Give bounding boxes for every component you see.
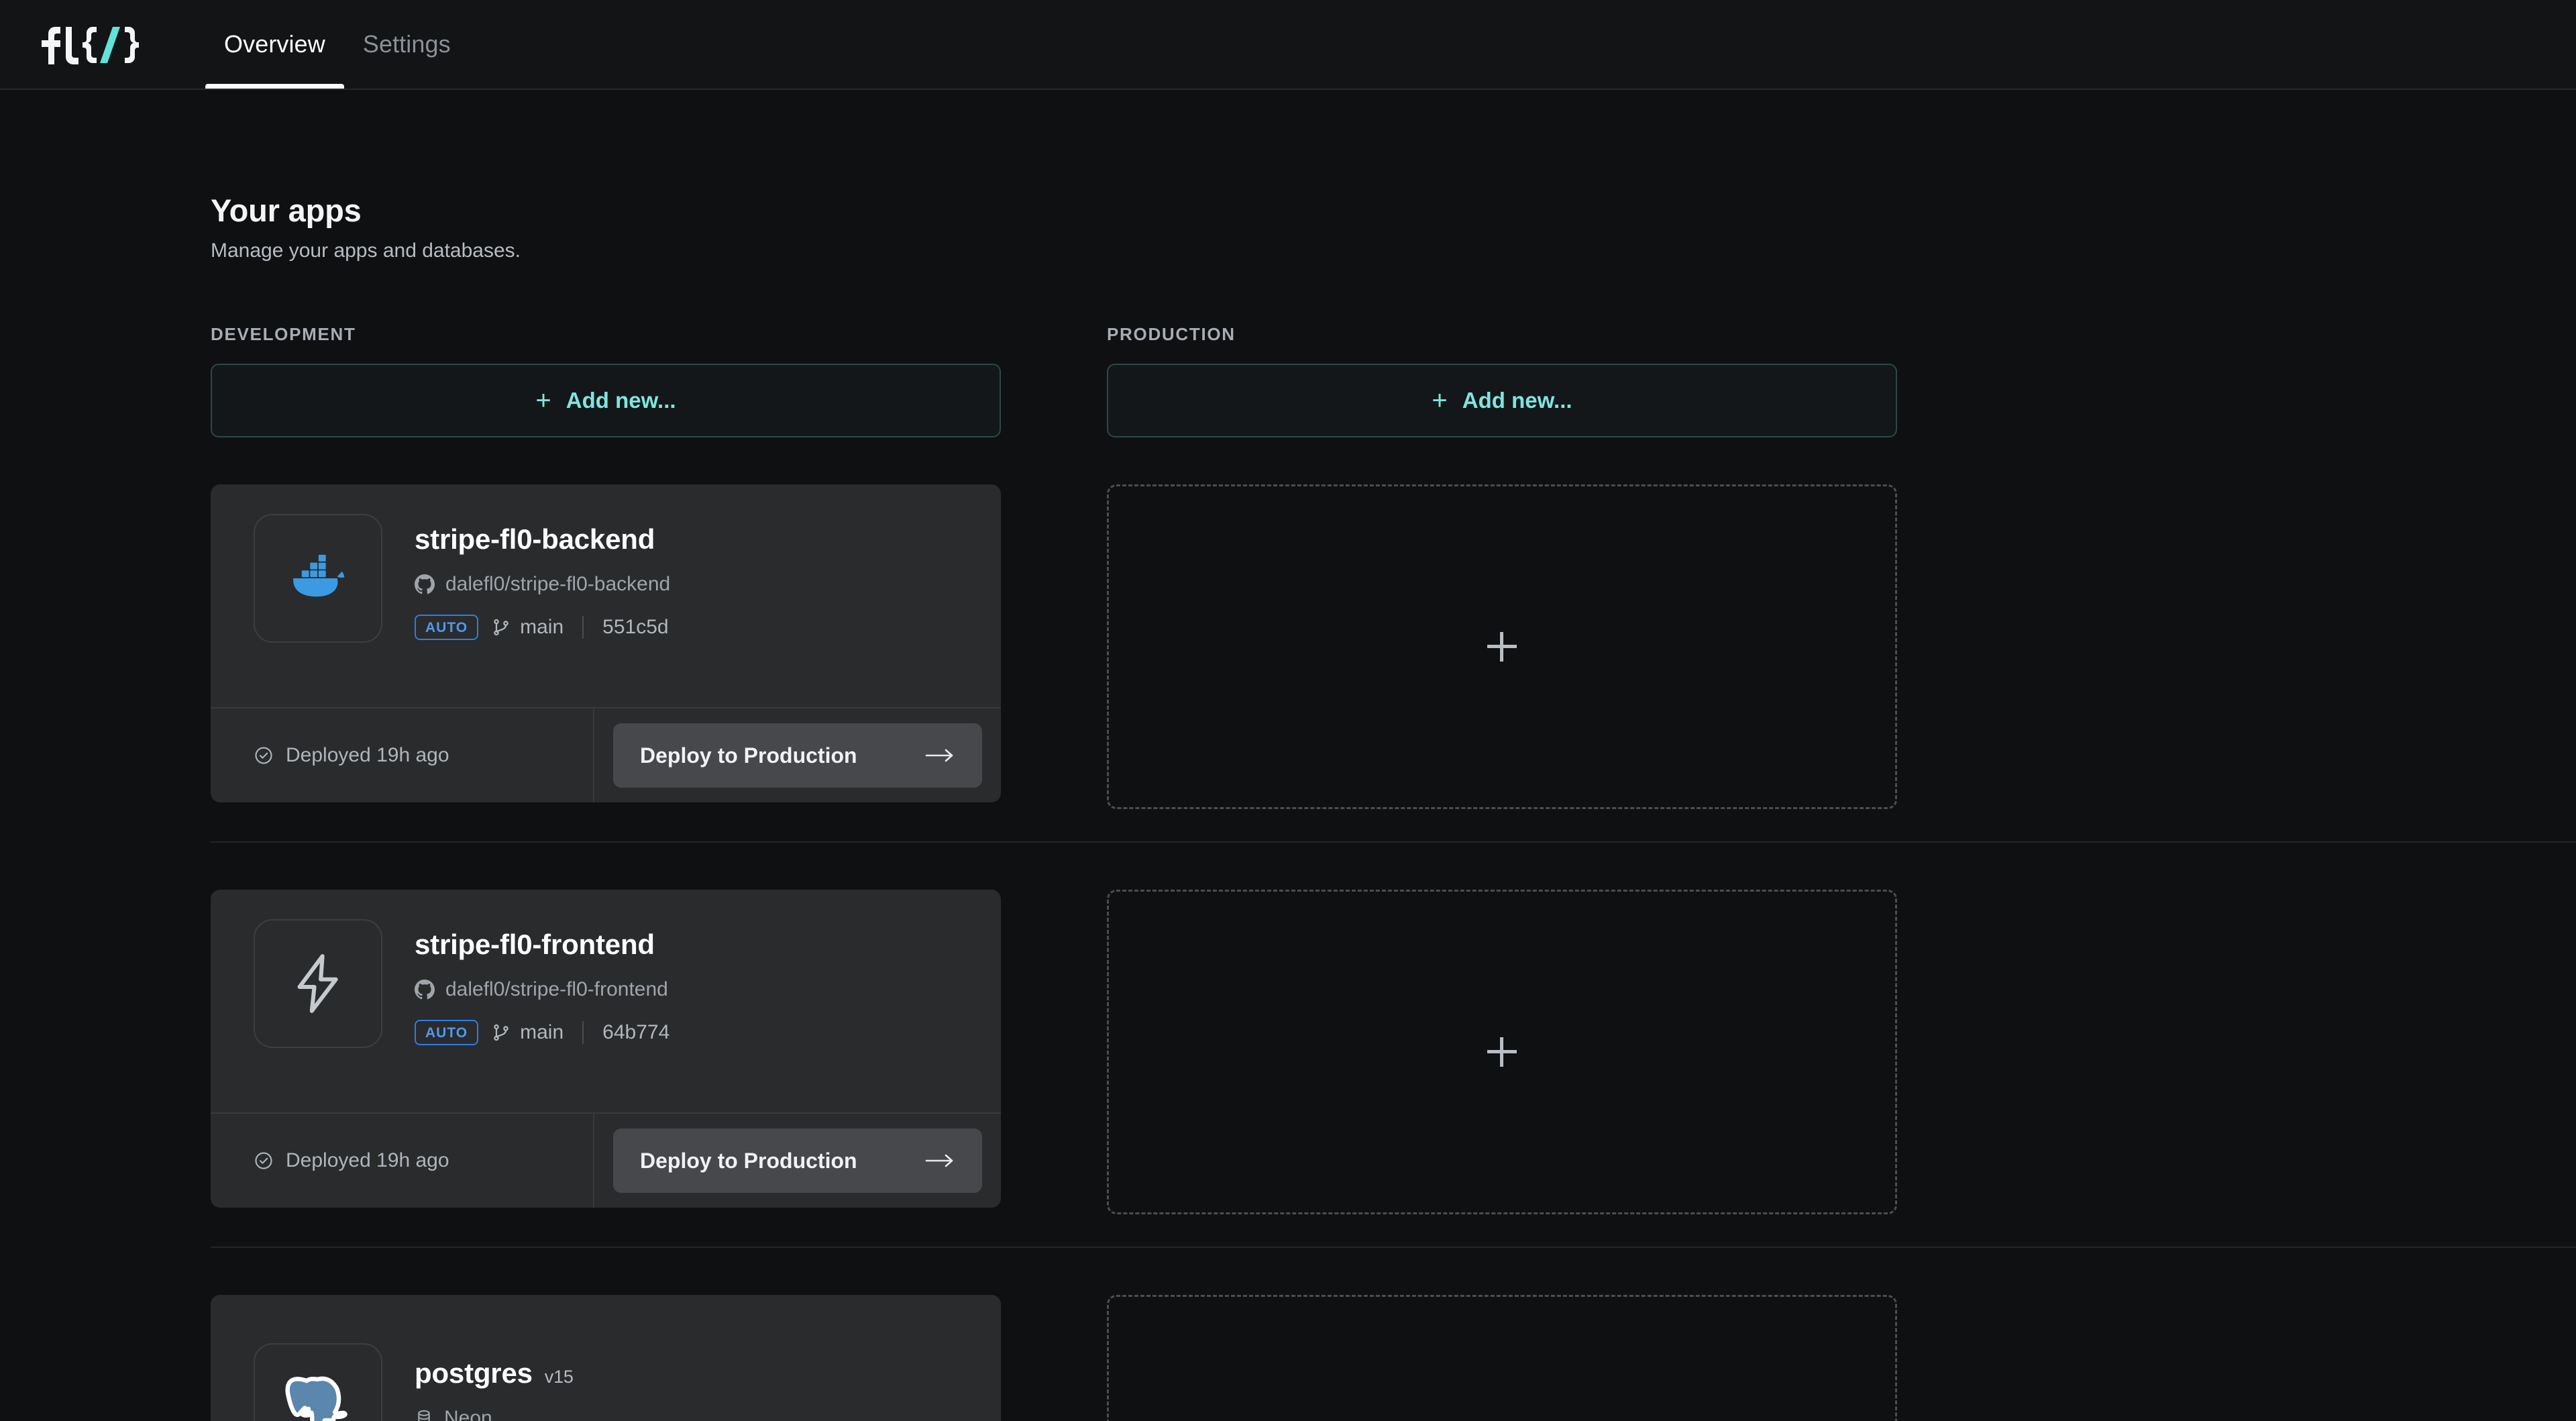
database-card-postgres[interactable]: postgres v15 Neon (211, 1295, 1001, 1421)
plus-icon (1487, 1037, 1517, 1067)
app-meta: stripe-fl0-frontend dalefl0/stripe-fl0-f… (415, 919, 669, 1045)
app-rows: stripe-fl0-backend dalefl0/stripe-fl0-ba… (211, 437, 2576, 1421)
tab-overview[interactable]: Overview (205, 0, 344, 89)
repository-line: dalefl0/stripe-fl0-backend (415, 573, 670, 596)
app-card-footer: Deployed 19h ago Deploy to Production (211, 707, 1001, 802)
development-slot: postgres v15 Neon (211, 1295, 1001, 1421)
auto-badge: AUTO (415, 1020, 479, 1045)
separator (582, 616, 584, 639)
check-circle-icon (255, 1152, 272, 1169)
branch-info: main (492, 616, 564, 639)
docker-glyph (293, 554, 345, 597)
add-new-development-label: Add new... (566, 388, 676, 413)
arrow-right-icon (924, 1152, 955, 1169)
deploy-button-label: Deploy to Production (640, 1148, 857, 1173)
branch-info: main (492, 1021, 564, 1044)
fl0-logo[interactable] (39, 0, 140, 89)
column-production: PRODUCTION + Add new... (1107, 324, 1897, 437)
repository-line: dalefl0/stripe-fl0-frontend (415, 978, 669, 1001)
column-headers-row: DEVELOPMENT + Add new... PRODUCTION + Ad… (211, 324, 2576, 437)
git-branch-icon (494, 1024, 508, 1041)
footer-action-area: Deploy to Production (594, 708, 1001, 802)
top-navigation-bar: Overview Settings (0, 0, 2576, 90)
app-name: stripe-fl0-frontend (415, 929, 669, 961)
database-name: postgres v15 (415, 1357, 629, 1389)
footer-action-area: Deploy to Production (594, 1114, 1001, 1208)
deploy-status-text: Deployed 19h ago (286, 1149, 449, 1171)
zap-icon (254, 919, 382, 1048)
development-slot: stripe-fl0-frontend dalefl0/stripe-fl0-f… (211, 890, 1001, 1214)
nav-tabs: Overview Settings (205, 0, 470, 89)
add-new-production-button[interactable]: + Add new... (1107, 364, 1897, 437)
deploy-config-line: AUTO (415, 615, 670, 640)
tab-settings-label: Settings (362, 30, 451, 58)
app-row: stripe-fl0-frontend dalefl0/stripe-fl0-f… (211, 843, 2576, 1248)
separator (582, 1021, 584, 1044)
app-card-backend[interactable]: stripe-fl0-backend dalefl0/stripe-fl0-ba… (211, 484, 1001, 802)
database-icon (418, 1410, 430, 1421)
database-name-text: postgres (415, 1357, 533, 1389)
page-title: Your apps (211, 193, 362, 228)
column-development: DEVELOPMENT + Add new... (211, 324, 1001, 437)
production-slot (1107, 890, 1897, 1214)
deploy-status-text: Deployed 19h ago (286, 744, 449, 766)
column-heading-production: PRODUCTION (1107, 324, 1236, 344)
postgresql-glyph (285, 1376, 347, 1421)
deploy-config-line: AUTO (415, 1020, 669, 1045)
github-icon (415, 574, 435, 594)
development-slot: stripe-fl0-backend dalefl0/stripe-fl0-ba… (211, 484, 1001, 809)
plus-icon: + (1432, 386, 1448, 415)
deploy-to-production-button[interactable]: Deploy to Production (613, 1128, 982, 1193)
app-meta: stripe-fl0-backend dalefl0/stripe-fl0-ba… (415, 514, 670, 640)
empty-production-slot[interactable] (1107, 484, 1897, 809)
app-card-body: stripe-fl0-backend dalefl0/stripe-fl0-ba… (211, 484, 1001, 707)
production-slot (1107, 484, 1897, 809)
deploy-status: Deployed 19h ago (211, 1114, 594, 1208)
app-card-footer: Deployed 19h ago Deploy to Production (211, 1112, 1001, 1208)
check-circle-icon (255, 747, 272, 764)
postgresql-icon (254, 1343, 382, 1421)
branch-name: main (520, 616, 564, 638)
column-heading-development: DEVELOPMENT (211, 324, 356, 344)
commit-hash: 64b774 (602, 1021, 670, 1043)
app-card-body: stripe-fl0-frontend dalefl0/stripe-fl0-f… (211, 890, 1001, 1112)
deploy-to-production-button[interactable]: Deploy to Production (613, 723, 982, 788)
fl0-logo-icon (42, 27, 139, 64)
provider-name: Neon (444, 1407, 492, 1421)
provider-line: Neon (415, 1407, 629, 1421)
app-name-text: stripe-fl0-backend (415, 523, 655, 555)
empty-production-slot[interactable] (1107, 1295, 1897, 1421)
branch-name: main (520, 1021, 564, 1043)
auto-badge: AUTO (415, 615, 479, 640)
page-body: Your apps Manage your apps and databases… (0, 90, 2576, 1421)
arrow-right-icon (924, 747, 955, 764)
commit-hash: 551c5d (602, 616, 669, 638)
database-row: postgres v15 Neon (211, 1248, 2576, 1421)
deploy-status: Deployed 19h ago (211, 708, 594, 802)
production-slot (1107, 1295, 1897, 1421)
app-card-frontend[interactable]: stripe-fl0-frontend dalefl0/stripe-fl0-f… (211, 890, 1001, 1208)
tab-overview-label: Overview (224, 30, 325, 58)
github-icon (415, 980, 435, 1000)
app-name-text: stripe-fl0-frontend (415, 929, 655, 960)
repository-name: dalefl0/stripe-fl0-backend (445, 573, 671, 595)
docker-icon (254, 514, 382, 643)
plus-icon (1487, 632, 1517, 662)
content-container: Your apps Manage your apps and databases… (0, 90, 2576, 1421)
database-card-body: postgres v15 Neon (211, 1295, 1001, 1421)
add-new-production-label: Add new... (1462, 388, 1572, 413)
database-meta: postgres v15 Neon (415, 1348, 629, 1421)
plus-icon: + (535, 386, 551, 415)
tab-settings[interactable]: Settings (344, 0, 470, 89)
add-new-development-button[interactable]: + Add new... (211, 364, 1001, 437)
app-name: stripe-fl0-backend (415, 523, 670, 556)
deploy-button-label: Deploy to Production (640, 743, 857, 768)
app-row: stripe-fl0-backend dalefl0/stripe-fl0-ba… (211, 437, 2576, 843)
repository-name: dalefl0/stripe-fl0-frontend (445, 978, 668, 1000)
database-version: v15 (544, 1367, 574, 1387)
zap-glyph (297, 954, 338, 1013)
empty-production-slot[interactable] (1107, 890, 1897, 1214)
page-subtitle: Manage your apps and databases. (211, 240, 521, 262)
git-branch-icon (494, 619, 508, 636)
